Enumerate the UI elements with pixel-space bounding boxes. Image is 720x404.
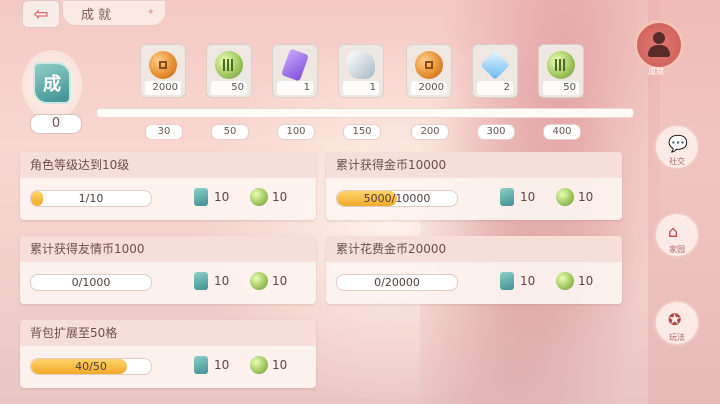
task-progress-bar: 40/50 [30,358,152,375]
scroll-reward-icon [194,356,208,374]
milestone-label: 30 [145,124,183,140]
reward-amount: 50 [211,81,247,95]
jade-reward-amount: 10 [272,358,288,372]
task-progress-text: 1/10 [78,192,104,205]
reward-slot[interactable]: 1 [338,44,384,98]
avatar-label: 成就 [648,67,664,76]
task-card[interactable]: 累计花费金币20000 0/20000 10 10 [326,236,622,304]
side-menu-label: 社交 [669,157,685,166]
task-progress-text: 0/1000 [71,276,111,289]
achievement-scroll-icon: 成 [33,62,71,104]
task-progress-bar: 0/20000 [336,274,458,291]
sparkle-icon: ✦ [146,7,155,18]
milestone-label: 50 [211,124,249,140]
task-progress-bar: 1/10 [30,190,152,207]
page-title-text: 成 就 [81,7,112,23]
task-progress-text: 0/20000 [374,276,420,289]
milestone-label: 200 [411,124,449,140]
task-card[interactable]: 累计获得友情币1000 0/1000 10 10 [20,236,316,304]
side-menu-house-button[interactable]: ⌂ 家园 [654,212,700,258]
task-title: 累计获得友情币1000 [20,236,316,262]
reward-amount: 1 [343,81,379,95]
scroll-reward-icon [194,188,208,206]
jade-reward-icon [556,272,574,290]
task-progress-text: 40/50 [75,360,107,373]
jade-reward-amount: 10 [272,274,288,288]
reward-slot[interactable]: 1 [272,44,318,98]
task-card[interactable]: 累计获得金币10000 5000/10000 10 10 [326,152,622,220]
jade-icon [547,51,575,79]
back-arrow-icon: ⇦ [33,3,49,25]
coin-icon [149,51,177,79]
milestone-label: 300 [477,124,515,140]
diamond-icon [480,50,510,80]
scroll-reward-amount: 10 [214,358,230,372]
task-title: 背包扩展至50格 [20,320,316,346]
task-card[interactable]: 角色等级达到10级 1/10 10 10 [20,152,316,220]
scroll-reward-icon [194,272,208,290]
task-title: 累计花费金币20000 [326,236,622,262]
side-menu-label: 家园 [669,245,685,254]
task-progress-text: 5000/10000 [363,192,431,205]
reward-slot[interactable]: 2 [472,44,518,98]
reward-amount: 2000 [411,81,447,95]
jade-reward-amount: 10 [578,274,594,288]
reward-slot[interactable]: 50 [206,44,252,98]
crystal-icon [281,48,309,82]
milestone-label: 150 [343,124,381,140]
reward-amount: 1 [277,81,313,95]
scroll-reward-amount: 10 [520,190,536,204]
jade-reward-icon [250,356,268,374]
reward-slot[interactable]: 2000 [406,44,452,98]
side-menu-gamepad-button[interactable]: ✪ 玩法 [654,300,700,346]
jade-icon [215,51,243,79]
scroll-reward-amount: 10 [214,190,230,204]
jade-reward-amount: 10 [272,190,288,204]
jade-reward-icon [250,272,268,290]
reward-slot[interactable]: 50 [538,44,584,98]
achievement-progress-track [96,108,634,118]
task-card[interactable]: 背包扩展至50格 40/50 10 10 [20,320,316,388]
scroll-reward-icon [500,272,514,290]
milestone-label: 400 [543,124,581,140]
achievement-points: 0 [30,114,82,134]
side-menu-label: 玩法 [669,333,685,342]
task-title: 角色等级达到10级 [20,152,316,178]
side-menu-chat-button[interactable]: 💬 社交 [654,124,700,170]
chat-icon: 💬 [668,134,688,153]
back-button[interactable]: ⇦ [22,0,60,28]
jade-reward-icon [556,188,574,206]
reward-amount: 2 [477,81,513,95]
reward-slot[interactable]: 2000 [140,44,186,98]
page-title: 成 就 ✦ [62,0,166,26]
jade-reward-amount: 10 [578,190,594,204]
scroll-reward-amount: 10 [520,274,536,288]
stone-icon [347,51,375,79]
task-progress-bar: 0/1000 [30,274,152,291]
scroll-reward-amount: 10 [214,274,230,288]
scroll-reward-icon [500,188,514,206]
achievement-avatar-button[interactable] [634,20,684,70]
reward-amount: 2000 [145,81,181,95]
milestone-label: 100 [277,124,315,140]
coin-icon [415,51,443,79]
jade-reward-icon [250,188,268,206]
gamepad-icon: ✪ [668,310,682,329]
reward-amount: 50 [543,81,579,95]
badge-glyph: 成 [43,74,61,95]
task-title: 累计获得金币10000 [326,152,622,178]
task-progress-bar: 5000/10000 [336,190,458,207]
house-icon: ⌂ [668,222,679,241]
